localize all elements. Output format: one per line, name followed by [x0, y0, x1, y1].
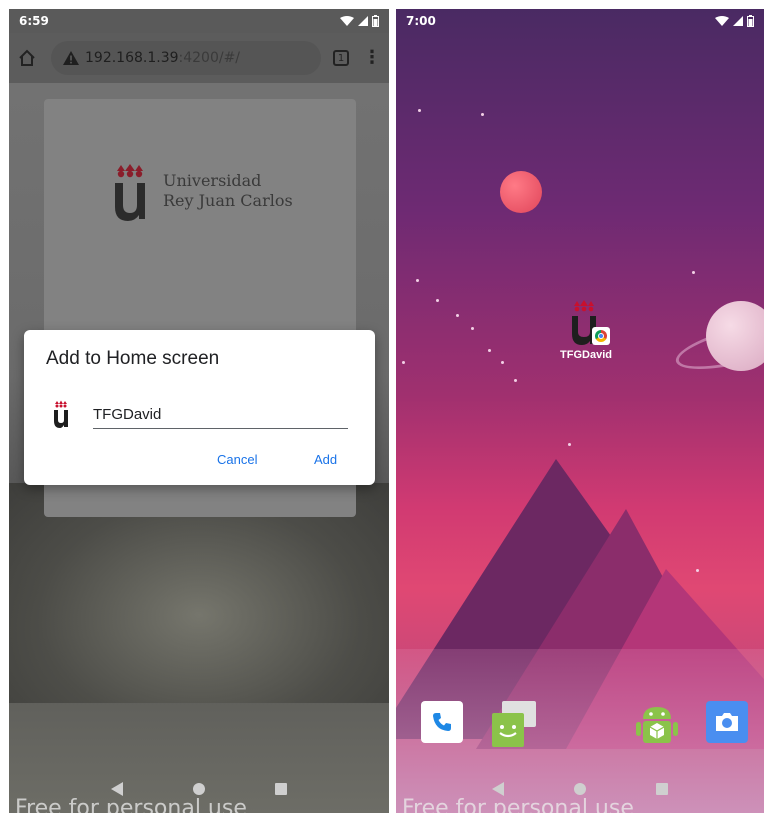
recents-icon[interactable] — [656, 783, 668, 795]
recents-icon[interactable] — [275, 783, 287, 795]
wifi-icon — [340, 16, 354, 26]
browser-toolbar: 192.168.1.39:4200/#/ 1 ⋮ — [9, 33, 389, 83]
signal-icon — [733, 16, 743, 26]
signal-icon — [358, 16, 368, 26]
cancel-button[interactable]: Cancel — [217, 452, 257, 467]
android-app-icon[interactable] — [634, 701, 678, 743]
url-path: :4200/#/ — [178, 50, 241, 66]
overflow-menu-icon[interactable]: ⋮ — [363, 49, 381, 67]
watermark: Free for personal use — [402, 796, 634, 813]
battery-icon — [372, 15, 379, 27]
urjc-emblem-icon — [115, 164, 145, 221]
messages-app-icon[interactable] — [492, 701, 536, 747]
logo-line-2: Rey Juan Carlos — [163, 191, 293, 210]
wifi-icon — [715, 16, 729, 26]
left-phone-screen: 6:59 192.168.1.39:4200/#/ 1 ⋮ Universida… — [9, 9, 389, 813]
urjc-logo: Universidad Rey Juan Carlos — [109, 161, 293, 221]
right-phone-screen: 7:00 TFGDavid Free for personal use — [396, 9, 764, 813]
shortcut-name-input[interactable] — [93, 400, 348, 429]
dock — [396, 701, 764, 749]
watermark: Free for personal use — [15, 796, 247, 813]
shortcut-label: TFGDavid — [560, 349, 612, 361]
wallpaper — [396, 9, 764, 813]
address-bar[interactable]: 192.168.1.39:4200/#/ — [51, 41, 321, 75]
camera-app-icon[interactable] — [706, 701, 748, 743]
phone-app-icon[interactable] — [421, 701, 463, 743]
warning-icon — [63, 51, 79, 65]
back-icon[interactable] — [492, 782, 504, 796]
home-nav-icon[interactable] — [193, 783, 205, 795]
battery-icon — [747, 15, 754, 27]
status-bar: 6:59 — [9, 9, 389, 33]
tab-switcher-button[interactable]: 1 — [333, 50, 349, 66]
url-host: 192.168.1.39 — [85, 50, 179, 66]
status-time: 7:00 — [406, 14, 436, 28]
add-button[interactable]: Add — [314, 452, 337, 467]
status-time: 6:59 — [19, 14, 49, 28]
back-icon[interactable] — [111, 782, 123, 796]
add-to-home-dialog: Add to Home screen Cancel Add — [24, 330, 375, 485]
status-bar: 7:00 — [396, 9, 764, 33]
home-nav-icon[interactable] — [574, 783, 586, 795]
logo-line-1: Universidad — [163, 171, 262, 190]
home-icon[interactable] — [17, 48, 37, 68]
tfgdavid-shortcut[interactable]: TFGDavid — [556, 299, 616, 361]
red-planet — [500, 171, 542, 213]
chrome-badge-icon — [592, 327, 610, 345]
dialog-title: Add to Home screen — [46, 348, 220, 369]
app-icon — [54, 400, 68, 428]
